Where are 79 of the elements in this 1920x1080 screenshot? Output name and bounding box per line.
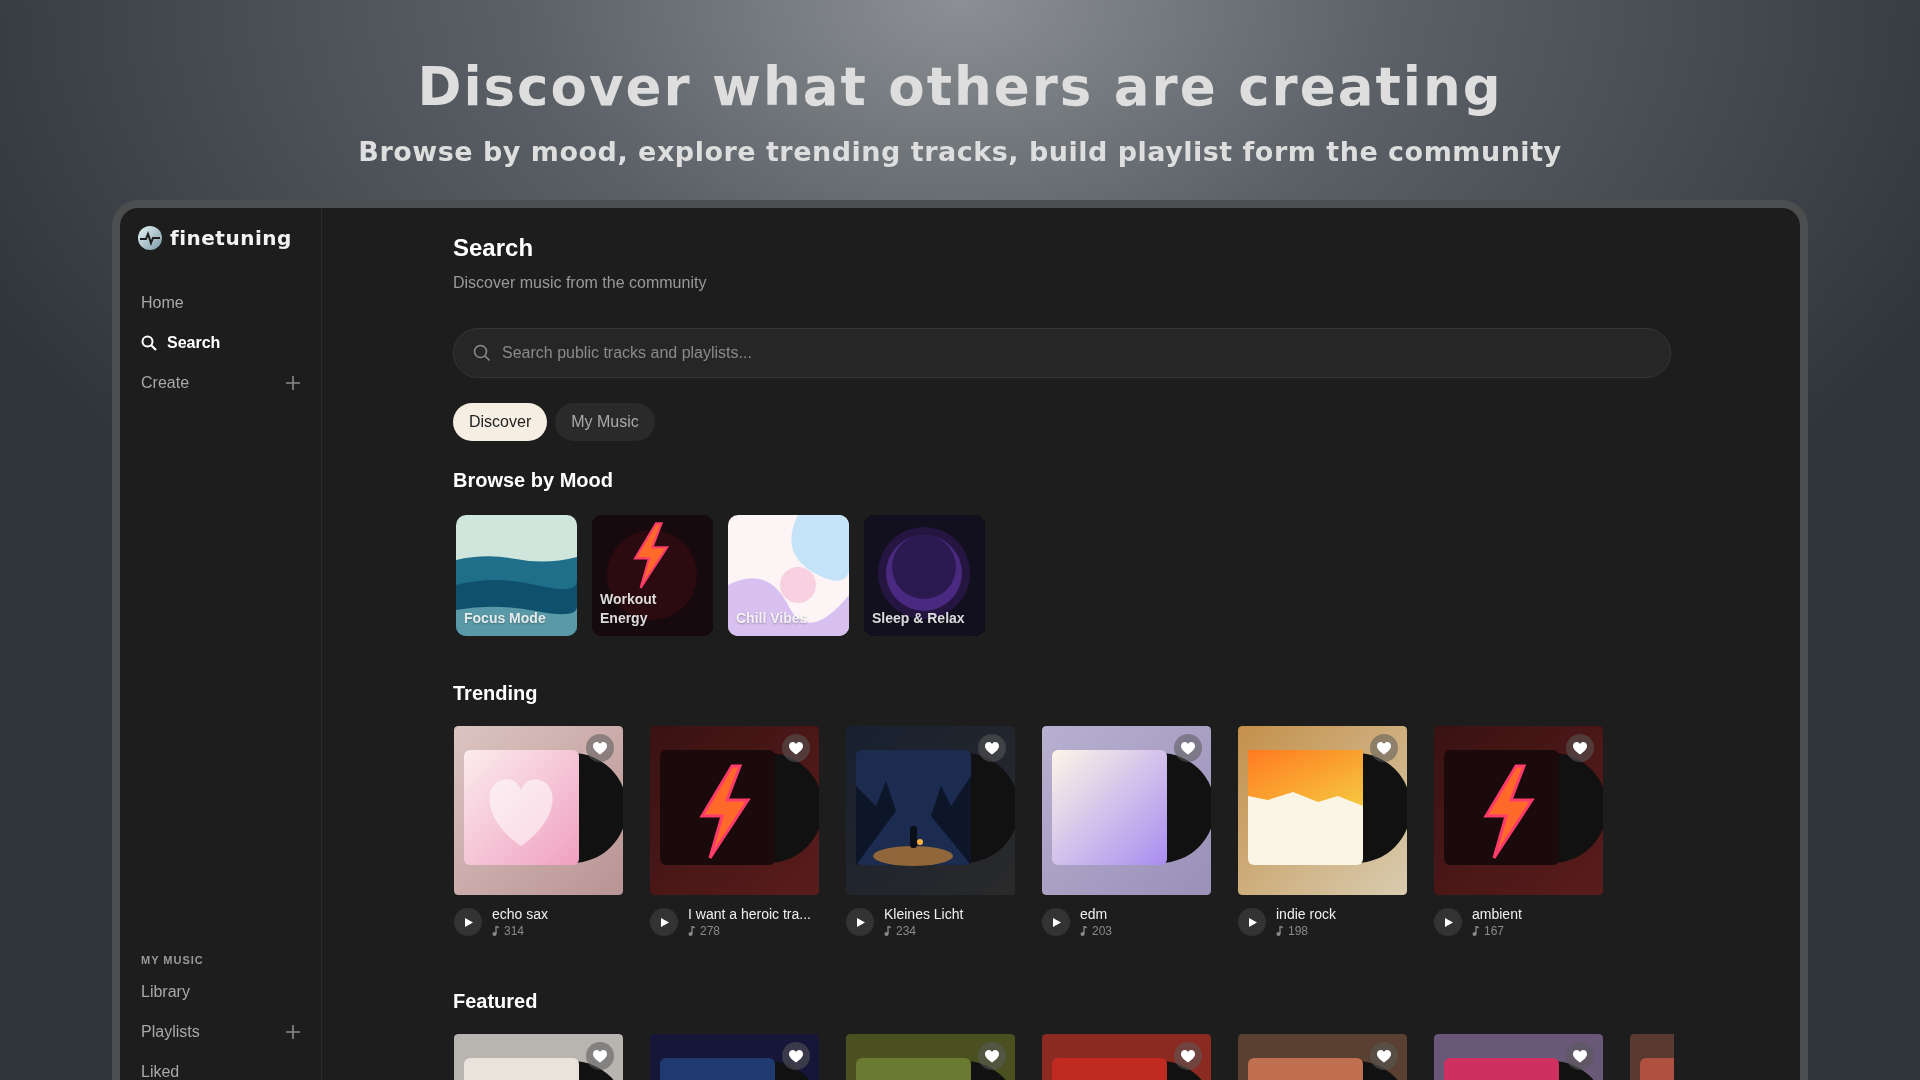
play-icon: [857, 917, 865, 927]
play-button[interactable]: [454, 908, 482, 936]
search-icon: [141, 335, 157, 351]
nav-item[interactable]: Liked: [136, 1052, 306, 1080]
like-button[interactable]: [1370, 734, 1398, 762]
heart-icon: [593, 741, 607, 755]
search-icon: [473, 344, 491, 362]
logo-icon: [138, 226, 162, 250]
heart-icon: [789, 741, 803, 755]
play-button[interactable]: [1238, 908, 1266, 936]
play-icon: [1053, 917, 1061, 927]
heart-icon: [1181, 1049, 1195, 1063]
heart-icon: [1573, 1049, 1587, 1063]
heart-icon: [593, 1049, 607, 1063]
play-button[interactable]: [846, 908, 874, 936]
brand-name: finetuning: [170, 226, 292, 250]
like-button[interactable]: [586, 1042, 614, 1070]
music-note-icon: [492, 926, 499, 936]
like-button[interactable]: [1174, 1042, 1202, 1070]
hero-subtitle: Browse by mood, explore trending tracks, build playlist form the community: [358, 135, 1562, 169]
like-button[interactable]: [1566, 734, 1594, 762]
play-button[interactable]: [650, 908, 678, 936]
nav-item[interactable]: Create: [136, 363, 306, 403]
page-title: Search: [453, 233, 534, 263]
heart-icon: [789, 1049, 803, 1063]
play-icon: [1249, 917, 1257, 927]
play-count: 167: [1484, 924, 1505, 938]
section-heading: Featured: [453, 989, 538, 1014]
play-icon: [465, 917, 473, 927]
heart-icon: [1377, 741, 1391, 755]
track-title: echo sax: [492, 905, 549, 923]
plus-icon: [286, 1025, 300, 1039]
nav-item[interactable]: Playlists: [136, 1012, 306, 1052]
nav-item[interactable]: Home: [136, 283, 306, 323]
tab[interactable]: My Music: [555, 403, 655, 441]
track-title: Kleines Licht: [884, 905, 964, 923]
music-note-icon: [884, 926, 891, 936]
play-button[interactable]: [1042, 908, 1070, 936]
section-heading: Trending: [453, 681, 538, 706]
plus-icon: [286, 376, 300, 390]
nav-item[interactable]: Library: [136, 972, 306, 1012]
track-title: edm: [1080, 905, 1109, 923]
music-note-icon: [1276, 926, 1283, 936]
heart-icon: [1377, 1049, 1391, 1063]
like-button[interactable]: [1370, 1042, 1398, 1070]
play-button[interactable]: [1434, 908, 1462, 936]
music-note-icon: [688, 926, 695, 936]
like-button[interactable]: [978, 734, 1006, 762]
like-button[interactable]: [1566, 1042, 1594, 1070]
nav-item[interactable]: Search: [136, 323, 306, 363]
play-icon: [661, 917, 669, 927]
page-subtitle: Discover music from the community: [453, 273, 707, 293]
track-title: I want a heroic tra...: [688, 905, 811, 923]
play-count: 234: [896, 924, 917, 938]
mood-card[interactable]: Workout Energy: [592, 515, 713, 636]
play-count: 278: [700, 924, 721, 938]
heart-icon: [985, 741, 999, 755]
music-note-icon: [1472, 926, 1479, 936]
section-label: MY MUSIC: [140, 954, 204, 966]
play-icon: [1445, 917, 1453, 927]
music-note-icon: [1080, 926, 1087, 936]
like-button[interactable]: [782, 734, 810, 762]
search-field[interactable]: Search public tracks and playlists...: [453, 328, 1671, 378]
play-count: 314: [504, 924, 525, 938]
section-heading: Browse by Mood: [453, 468, 613, 493]
heart-icon: [985, 1049, 999, 1063]
like-button[interactable]: [586, 734, 614, 762]
track-title: indie rock: [1276, 905, 1336, 923]
hero-title: Discover what others are creating: [417, 55, 1503, 119]
like-button[interactable]: [978, 1042, 1006, 1070]
play-count: 198: [1288, 924, 1309, 938]
mood-card[interactable]: Sleep & Relax: [864, 515, 985, 636]
track-title: ambient: [1472, 905, 1522, 923]
like-button[interactable]: [782, 1042, 810, 1070]
play-count: 203: [1092, 924, 1113, 938]
tab[interactable]: Discover: [453, 403, 548, 441]
like-button[interactable]: [1174, 734, 1202, 762]
heart-icon: [1573, 741, 1587, 755]
heart-icon: [1181, 741, 1195, 755]
